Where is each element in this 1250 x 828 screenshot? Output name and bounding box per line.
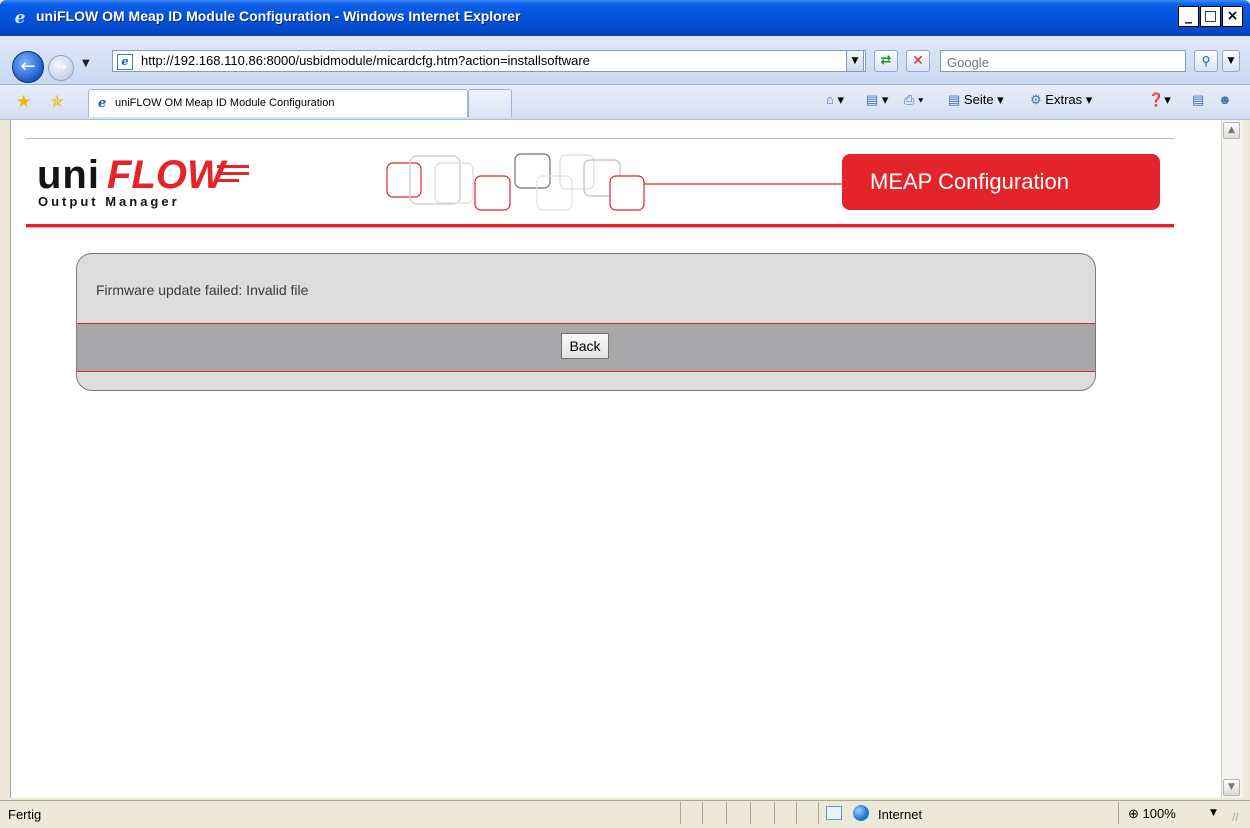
tab-label: uniFLOW OM Meap ID Module Configuration — [115, 97, 335, 109]
forward-arrow-icon[interactable]: → — [48, 55, 74, 81]
tab-active[interactable]: e uniFLOW OM Meap ID Module Configuratio… — [88, 89, 468, 117]
logo-stripes — [217, 165, 249, 186]
address-url[interactable]: http://192.168.110.86:8000/usbidmodule/m… — [141, 53, 590, 68]
scroll-up-button[interactable]: ▲ — [1223, 122, 1240, 139]
maximize-button[interactable]: □ — [1200, 6, 1221, 27]
add-favorites-icon[interactable]: ✯ — [50, 92, 64, 112]
ie-logo-icon: e — [14, 8, 26, 28]
status-separator — [680, 802, 681, 824]
page-ie-icon: e — [117, 54, 133, 70]
status-separator — [750, 802, 751, 824]
page-content — [10, 120, 1222, 798]
decorative-squares — [386, 153, 842, 211]
back-button[interactable]: Back — [561, 333, 609, 359]
vertical-scrollbar[interactable] — [1221, 120, 1243, 798]
logo-subtitle: Output Manager — [38, 194, 180, 209]
new-tab-button[interactable] — [468, 89, 512, 117]
status-text: Fertig — [8, 807, 42, 822]
status-separator — [726, 802, 727, 824]
status-separator — [796, 802, 797, 824]
refresh-icon[interactable]: ⇄ — [874, 50, 898, 72]
action-bar: Back — [77, 323, 1095, 372]
header-red-line-shadow — [26, 227, 1174, 228]
status-separator — [818, 802, 819, 824]
status-bar — [0, 800, 1250, 828]
status-separator — [774, 802, 775, 824]
window-title: uniFLOW OM Meap ID Module Configuration … — [36, 8, 521, 24]
address-bar[interactable]: e http://192.168.110.86:8000/usbidmodule… — [112, 50, 866, 72]
resize-grip[interactable]: ∕∕ — [1232, 812, 1239, 823]
security-zone[interactable]: Internet — [878, 807, 922, 822]
messenger-icon[interactable]: ☻ — [1218, 92, 1232, 107]
address-dropdown-button[interactable]: ▼ — [846, 50, 864, 72]
tools-menu[interactable]: ⚙ Extras ▾ — [1030, 92, 1092, 108]
feeds-icon[interactable]: ▤ ▾ — [866, 92, 888, 108]
search-input[interactable] — [945, 52, 1179, 72]
tools-gear-icon: ⚙ — [1030, 92, 1042, 107]
globe-icon — [853, 805, 869, 821]
zoom-icon: ⊕ — [1128, 806, 1139, 821]
help-icon[interactable]: ❓▾ — [1148, 92, 1171, 108]
meap-configuration-banner: MEAP Configuration — [842, 154, 1160, 210]
error-message: Firmware update failed: Invalid file — [96, 282, 309, 298]
page-menu[interactable]: ▤ Seite ▾ — [948, 92, 1004, 108]
search-options-button[interactable]: ▼ — [1222, 50, 1240, 72]
logo-uni-text: uni — [37, 153, 100, 197]
favorites-star-icon[interactable]: ★ — [16, 92, 31, 112]
zoom-dropdown-button[interactable]: ▼ — [1210, 808, 1217, 818]
status-separator — [1118, 802, 1119, 824]
protected-mode-icon[interactable] — [826, 806, 842, 820]
research-icon[interactable]: ▤ — [1192, 92, 1204, 108]
search-box[interactable] — [940, 50, 1186, 72]
history-dropdown-button[interactable]: ▼ — [82, 58, 90, 69]
zoom-level[interactable]: ⊕ 100% — [1128, 806, 1176, 822]
search-icon[interactable]: ⚲ — [1194, 50, 1218, 72]
back-arrow-icon[interactable]: ← — [12, 51, 44, 83]
stop-icon[interactable]: ✕ — [906, 50, 930, 72]
minimize-button[interactable]: _ — [1178, 6, 1199, 27]
status-separator — [702, 802, 703, 824]
scroll-down-button[interactable]: ▼ — [1223, 779, 1240, 796]
close-button[interactable]: × — [1222, 6, 1243, 27]
header-divider — [26, 138, 1174, 139]
print-icon[interactable]: ⎙ ▾ — [904, 92, 923, 108]
page-icon: ▤ — [948, 92, 961, 107]
logo-flow-text: FLOW — [107, 153, 225, 197]
ie-logo-icon: e — [98, 96, 107, 111]
home-icon[interactable]: ⌂ ▾ — [826, 92, 844, 108]
message-panel: Firmware update failed: Invalid file Bac… — [76, 253, 1096, 391]
